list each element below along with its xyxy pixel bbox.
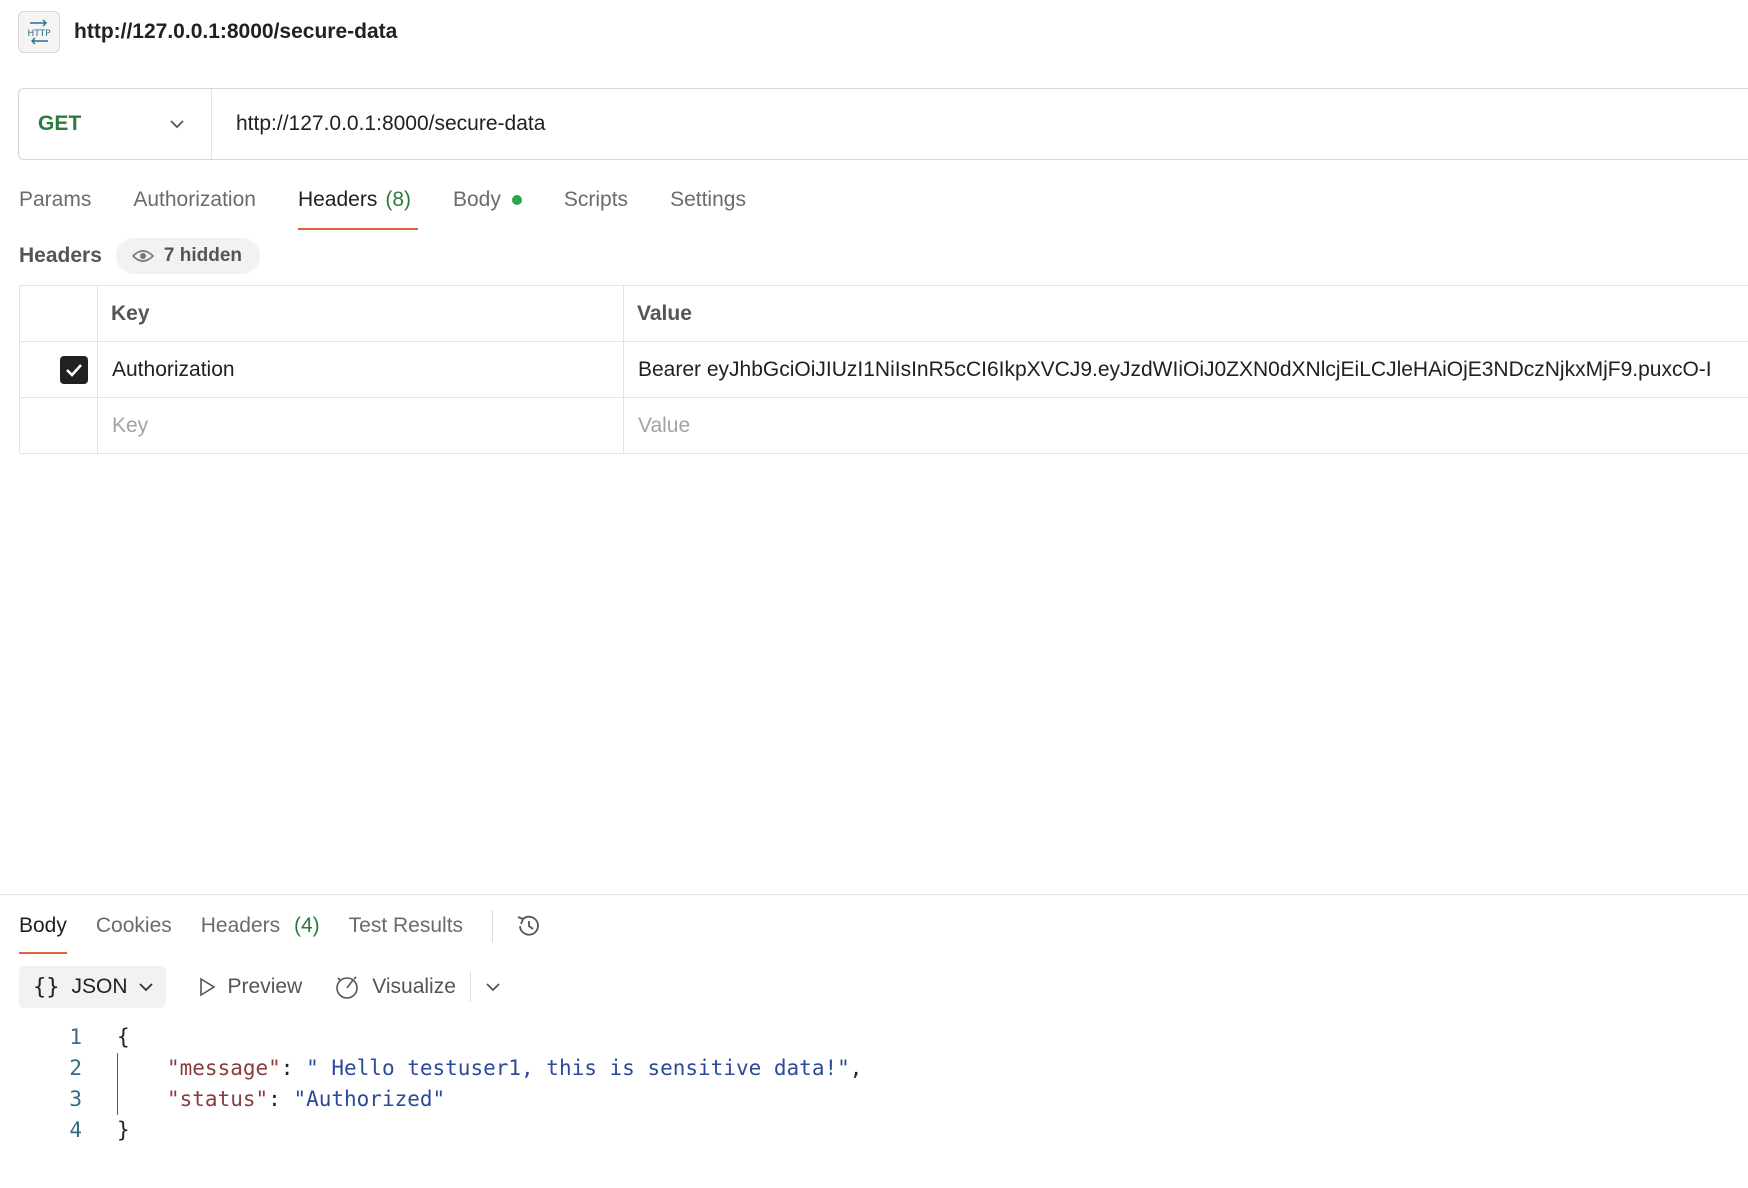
- headers-table: Key Value Authorization Bearer eyJhbGciO…: [19, 285, 1748, 454]
- column-header-check: [19, 285, 98, 342]
- chevron-down-icon: [170, 120, 184, 129]
- preview-button[interactable]: Preview: [198, 975, 302, 999]
- tab-params[interactable]: Params: [19, 180, 91, 230]
- response-tabs: Body Cookies Headers (4) Test Results: [19, 908, 543, 954]
- code-text: }: [117, 1118, 130, 1142]
- play-icon: [199, 977, 216, 997]
- indent-guide: [117, 1053, 118, 1084]
- header-enabled-checkbox[interactable]: [60, 355, 88, 384]
- resp-headers-count: (4): [293, 914, 320, 937]
- header-value-cell[interactable]: Bearer eyJhbGciOiJIUzI1NiIsInR5cCI6IkpXV…: [623, 341, 1748, 398]
- row-check-cell: [19, 397, 98, 454]
- url-bar: GET: [18, 88, 1748, 160]
- header-key-cell[interactable]: Authorization: [97, 341, 624, 398]
- resp-tab-cookies[interactable]: Cookies: [96, 908, 172, 954]
- request-title-bar: HTTP http://127.0.0.1:8000/secure-data: [18, 10, 397, 54]
- body-status-dot: [511, 195, 522, 205]
- code-line: 3 "status": "Authorized": [0, 1084, 862, 1115]
- line-number: 1: [69, 1025, 82, 1049]
- visualize-button[interactable]: Visualize: [334, 974, 456, 1000]
- code-line: 2 "message": " Hello testuser1, this is …: [0, 1053, 862, 1084]
- code-line: 1 {: [0, 1022, 862, 1053]
- new-key-input[interactable]: Key: [97, 397, 624, 454]
- resp-tab-headers[interactable]: Headers (4): [201, 908, 320, 954]
- row-check-cell: [19, 341, 98, 398]
- resp-tab-body[interactable]: Body: [19, 908, 67, 954]
- tab-authorization[interactable]: Authorization: [133, 180, 256, 230]
- chevron-down-icon[interactable]: [485, 982, 501, 992]
- request-tabs: Params Authorization Headers (8) Body Sc…: [19, 180, 788, 230]
- tab-settings[interactable]: Settings: [670, 180, 746, 230]
- hidden-headers-toggle[interactable]: 7 hidden: [115, 238, 261, 274]
- response-toolbar: {} JSON Preview Visualize: [19, 966, 501, 1008]
- response-divider[interactable]: [0, 894, 1748, 895]
- column-header-value: Value: [623, 285, 1748, 342]
- tab-headers[interactable]: Headers (8): [297, 180, 419, 230]
- method-select[interactable]: GET: [19, 89, 212, 159]
- code-line: 4 }: [0, 1115, 862, 1146]
- tab-separator: [492, 910, 494, 942]
- headers-section-header: Headers 7 hidden: [19, 238, 261, 274]
- code-text: "status": "Authorized": [167, 1087, 446, 1111]
- method-label: GET: [38, 112, 82, 135]
- toolbar-separator: [469, 972, 471, 1002]
- request-title[interactable]: http://127.0.0.1:8000/secure-data: [74, 20, 397, 44]
- svg-text:HTTP: HTTP: [27, 29, 51, 39]
- code-text: "message": " Hello testuser1, this is se…: [167, 1056, 863, 1080]
- headers-count: (8): [385, 188, 411, 211]
- url-input[interactable]: [234, 111, 1638, 137]
- braces-icon: {}: [33, 974, 60, 1000]
- table-row-empty: Key Value: [19, 397, 1748, 454]
- new-value-input[interactable]: Value: [623, 397, 1748, 454]
- code-text: {: [117, 1025, 130, 1049]
- table-row: Authorization Bearer eyJhbGciOiJIUzI1NiI…: [19, 341, 1748, 398]
- table-header-row: Key Value: [19, 285, 1748, 342]
- resp-tab-test-results[interactable]: Test Results: [349, 908, 463, 954]
- headers-section-label: Headers: [19, 244, 102, 267]
- tab-scripts[interactable]: Scripts: [564, 180, 628, 230]
- eye-icon: [131, 250, 154, 262]
- visualize-icon: [336, 976, 359, 999]
- http-icon: HTTP: [18, 11, 60, 53]
- indent-guide: [117, 1084, 118, 1115]
- line-number: 4: [69, 1118, 82, 1142]
- history-icon[interactable]: [515, 912, 543, 940]
- format-select[interactable]: {} JSON: [19, 966, 166, 1008]
- column-header-key: Key: [97, 285, 624, 342]
- line-number: 3: [69, 1087, 82, 1111]
- response-body-code[interactable]: 1 { 2 "message": " Hello testuser1, this…: [0, 1022, 862, 1146]
- check-icon: [66, 363, 82, 377]
- chevron-down-icon: [138, 983, 153, 992]
- line-number: 2: [69, 1056, 82, 1080]
- tab-body[interactable]: Body: [453, 180, 522, 230]
